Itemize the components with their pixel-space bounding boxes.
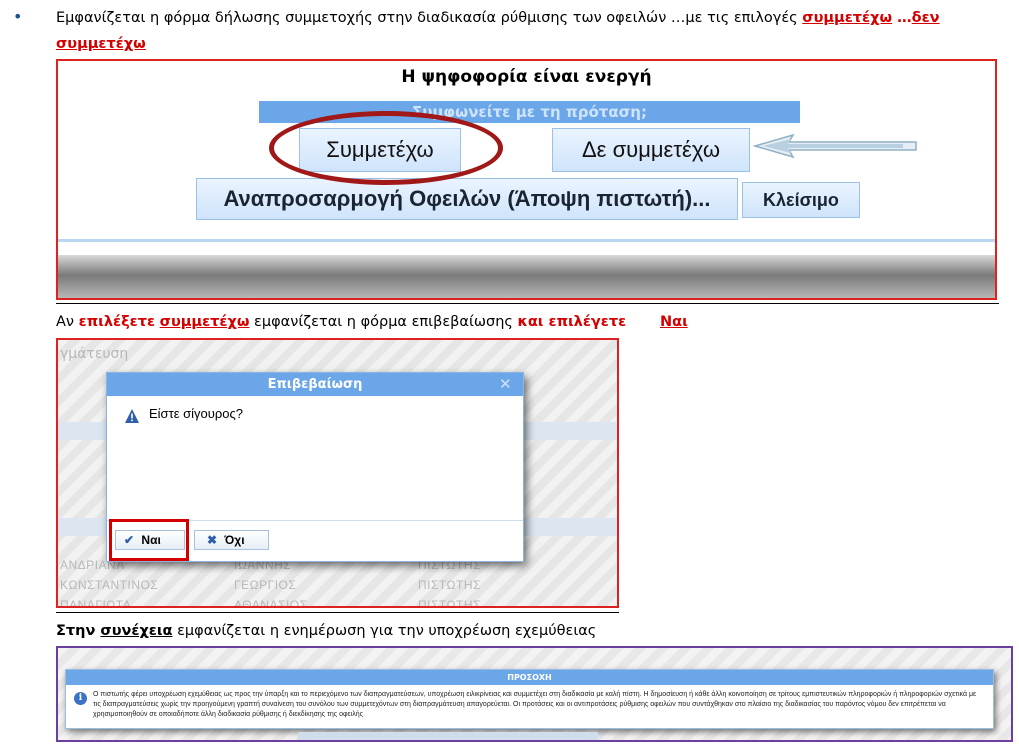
background-header: γμάτευση	[60, 346, 129, 362]
dialog-title: Επιβεβαίωση	[107, 373, 523, 396]
close-button[interactable]: Κλείσιμο	[742, 182, 860, 218]
info-icon: i	[74, 692, 87, 705]
intro-option-participate: συμμετέχω	[802, 10, 893, 26]
step2-option: συμμετέχω	[159, 314, 250, 330]
highlight-ellipse	[269, 111, 503, 185]
step3-next: συνέχεια	[100, 623, 173, 639]
not-participate-button[interactable]: Δε συμμετέχω	[552, 128, 750, 172]
step2-middle: εμφανίζεται η φόρμα επιβεβαίωσης	[249, 314, 518, 330]
background-bar	[298, 732, 598, 740]
step2-yes: Ναι	[660, 314, 688, 330]
vote-screenshot: Η ψηφοφορία είναι ενεργή Συμφωνείτε με τ…	[56, 59, 997, 300]
step2-paragraph: Αν επιλέξετε συμμετέχω εμφανίζεται η φόρ…	[56, 311, 756, 333]
step2-and-choose: και επιλέγετε	[517, 314, 627, 330]
vote-title: Η ψηφοφορία είναι ενεργή	[401, 67, 652, 87]
confidentiality-notice: ΠΡΟΣΟΧΗ i Ο πιστωτής φέρει υποχρέωση εχε…	[65, 669, 994, 729]
background-cell: ΠΙΣΤΩΤΗΣ	[418, 578, 481, 592]
intro-dots: …	[892, 10, 912, 26]
adjust-debts-button[interactable]: Αναπροσαρμογή Οφειλών (Άποψη πιστωτή)...	[196, 178, 738, 220]
intro-text: Εμφανίζεται η φόρμα δήλωσης συμμετοχής σ…	[56, 10, 803, 26]
background-cell: ΑΘΑΝΑΣΙΟΣ	[234, 598, 308, 608]
pointer-arrow-icon	[753, 133, 917, 159]
cross-icon: ✖	[207, 533, 218, 547]
intro-option-not-line2: συμμετέχω	[56, 36, 146, 52]
warning-icon	[125, 409, 139, 423]
intro-paragraph: Εμφανίζεται η φόρμα δήλωσης συμμετοχής σ…	[56, 7, 956, 29]
notice-title: ΠΡΟΣΟΧΗ	[66, 670, 993, 685]
yes-highlight-box	[109, 519, 189, 561]
footer-band	[58, 255, 995, 298]
confirm-screenshot: γμάτευση ΑΝΔΡΙΑΝΑ ΙΩΑΝΝΗΣ ΠΙΣΤΩΤΗΣ ΚΩΝΣΤ…	[56, 338, 619, 608]
background-cell: ΚΩΝΣΤΑΝΤΙΝΟΣ	[60, 578, 159, 592]
bullet: •	[13, 7, 23, 26]
no-button[interactable]: ✖ Όχι	[194, 530, 269, 550]
notice-text: Ο πιστωτής φέρει υποχρέωση εχεμύθειας ως…	[93, 691, 977, 718]
notice-screenshot: ΠΡΟΣΟΧΗ i Ο πιστωτής φέρει υποχρέωση εχε…	[56, 646, 1013, 742]
dialog-message: Είστε σίγουρος?	[149, 406, 243, 421]
intro-option-not-line1: δεν	[911, 10, 940, 26]
step3-prefix: Στην	[56, 623, 101, 639]
background-cell: ΠΑΝΑΓΙΩΤΑ	[60, 598, 132, 608]
separator	[56, 303, 999, 304]
close-icon[interactable]: ✕	[499, 375, 512, 393]
divider-line	[58, 239, 995, 242]
background-cell: ΠΙΣΤΩΤΗΣ	[418, 598, 481, 608]
step2-choose: επιλέξετε	[78, 314, 156, 330]
step2-prefix: Αν	[56, 314, 79, 330]
step3-rest: εμφανίζεται η ενημέρωση για την υποχρέωσ…	[172, 623, 597, 639]
step3-paragraph: Στην συνέχεια εμφανίζεται η ενημέρωση γι…	[56, 620, 756, 642]
separator	[56, 612, 619, 613]
no-label: Όχι	[224, 533, 245, 547]
background-cell: ΓΕΩΡΓΙΟΣ	[234, 578, 297, 592]
